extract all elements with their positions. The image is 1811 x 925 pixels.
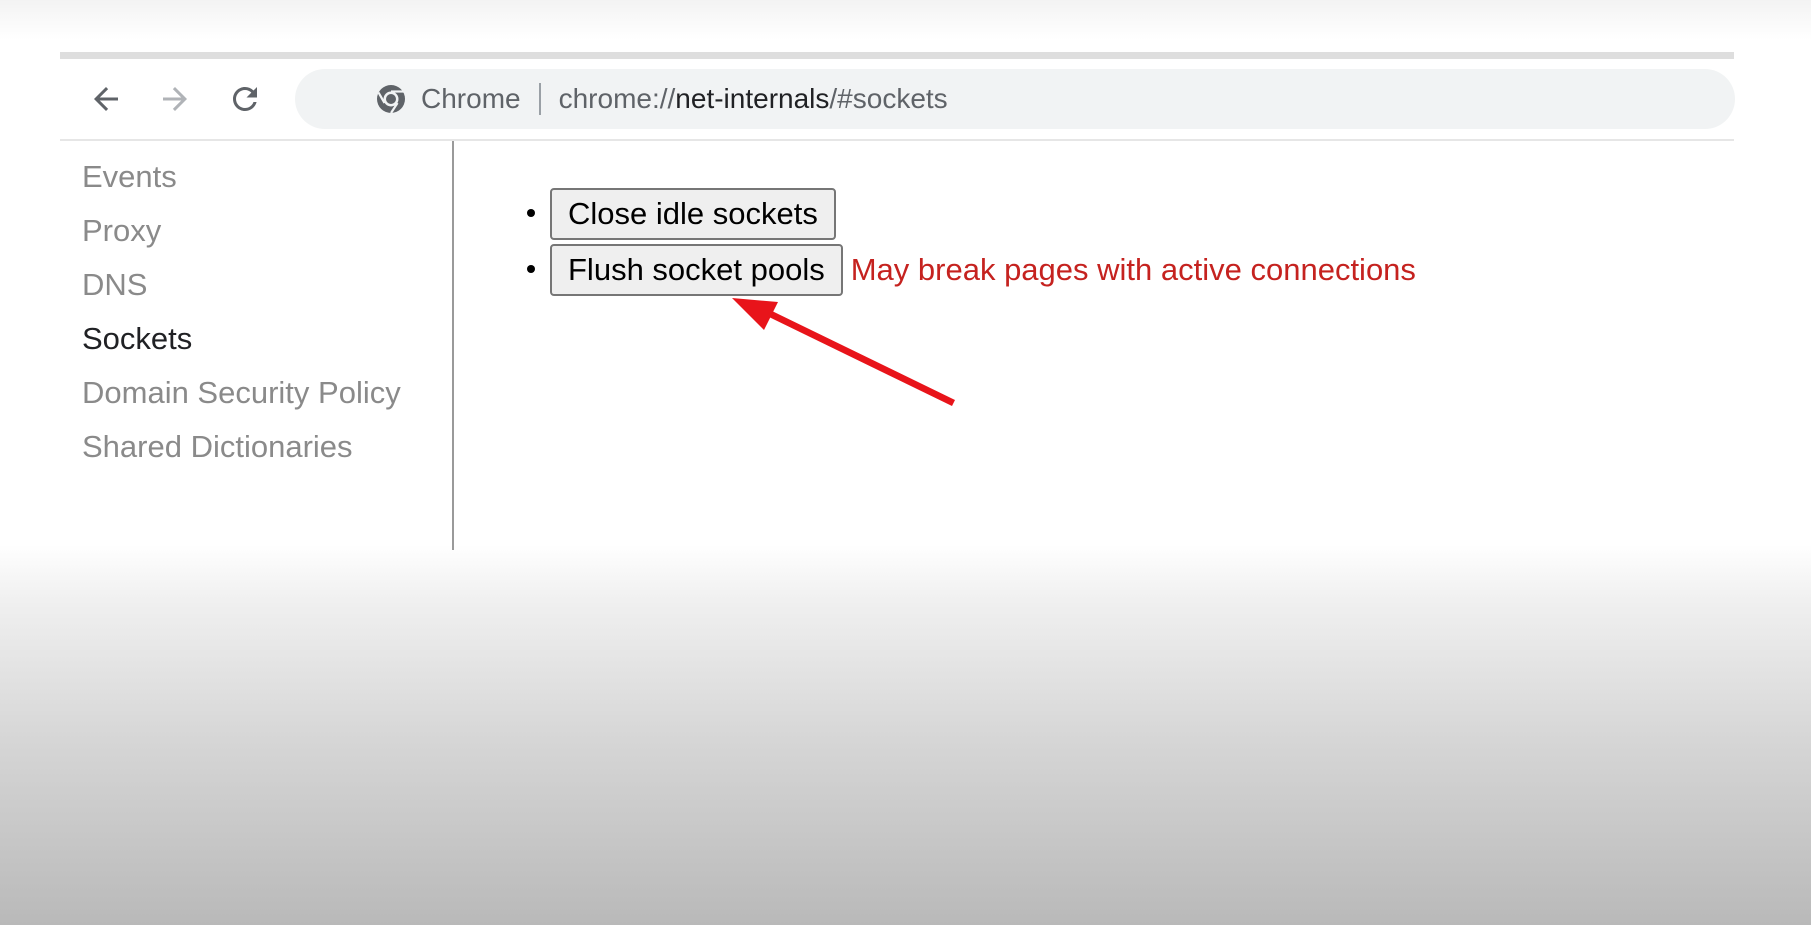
url-path: /#sockets xyxy=(829,83,948,114)
arrow-left-icon xyxy=(94,87,118,111)
sidebar-nav: Events Proxy DNS Sockets Domain Security… xyxy=(82,150,401,474)
url-host: net-internals xyxy=(675,83,830,114)
sidebar-item-proxy[interactable]: Proxy xyxy=(82,204,401,258)
sidebar-item-events[interactable]: Events xyxy=(82,150,401,204)
url-scheme: chrome:// xyxy=(558,83,676,114)
forward-button[interactable] xyxy=(153,77,197,121)
socket-actions-list: Close idle sockets Flush socket poolsMay… xyxy=(510,184,1416,296)
address-bar[interactable]: Chrome chrome://net-internals/#sockets xyxy=(295,69,1735,129)
reload-icon xyxy=(233,87,257,111)
window-top-edge xyxy=(60,52,1734,59)
site-chip-label: Chrome xyxy=(421,83,521,114)
sidebar-item-sockets[interactable]: Sockets xyxy=(82,312,401,366)
net-internals-sidebar: Events Proxy DNS Sockets Domain Security… xyxy=(60,141,454,550)
back-button[interactable] xyxy=(84,77,128,121)
sidebar-item-shared-dictionaries[interactable]: Shared Dictionaries xyxy=(82,420,401,474)
sidebar-item-domain-security-policy[interactable]: Domain Security Policy xyxy=(82,366,401,420)
chrome-logo-icon[interactable] xyxy=(375,83,407,115)
omnibox-divider xyxy=(538,83,541,115)
sidebar-item-dns[interactable]: DNS xyxy=(82,258,401,312)
browser-toolbar: Chrome chrome://net-internals/#sockets xyxy=(60,59,1735,141)
arrow-right-icon xyxy=(163,87,187,111)
sockets-panel: Close idle sockets Flush socket poolsMay… xyxy=(510,184,1416,296)
flush-warning-text: May break pages with active connections xyxy=(850,251,1416,287)
list-item-close-idle: Close idle sockets xyxy=(550,184,1416,240)
reload-button[interactable] xyxy=(223,77,267,121)
close-idle-sockets-button[interactable]: Close idle sockets xyxy=(550,187,836,240)
annotation-arrow-icon xyxy=(732,298,955,406)
flush-socket-pools-button[interactable]: Flush socket pools xyxy=(550,243,843,296)
url-text[interactable]: chrome://net-internals/#sockets xyxy=(559,83,948,115)
list-item-flush-pools: Flush socket poolsMay break pages with a… xyxy=(550,240,1416,296)
